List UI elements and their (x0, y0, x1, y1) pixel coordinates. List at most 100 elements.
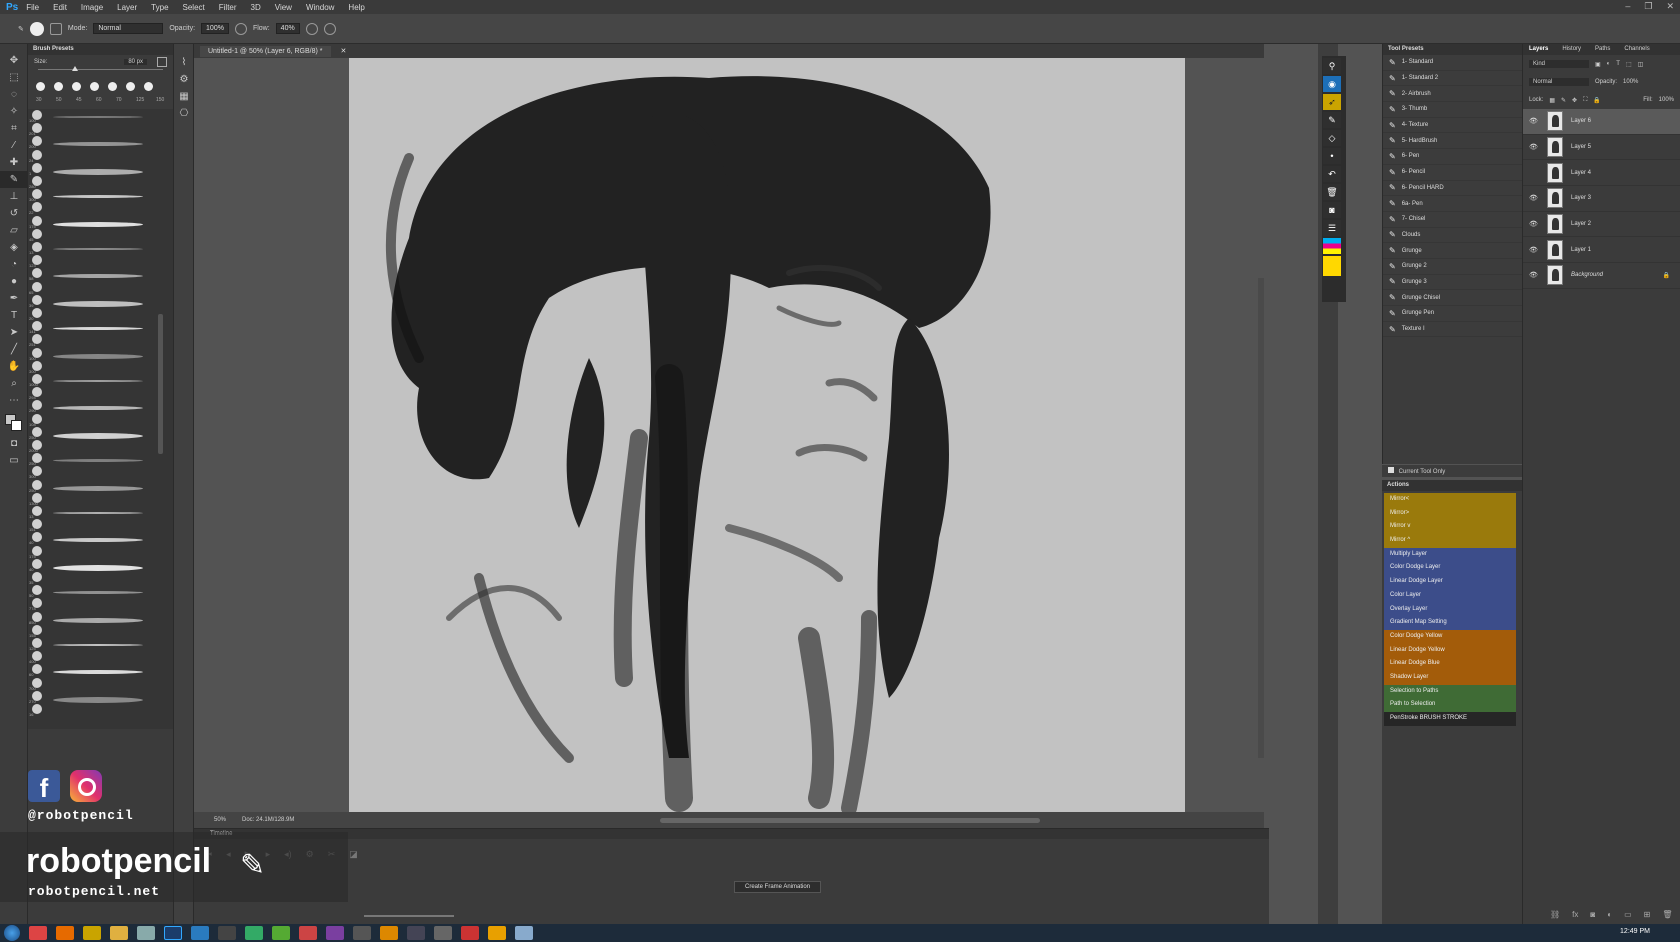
visibility-eye-icon[interactable]: 👁 (1529, 246, 1539, 254)
action-button[interactable]: Overlay Layer (1384, 602, 1516, 617)
action-button[interactable]: Mirror ^ (1384, 534, 1516, 548)
new-preset-icon[interactable] (157, 57, 167, 67)
brush-thumb-icon[interactable] (32, 202, 42, 213)
tool-preset-item[interactable]: ✎ Grunge 3 (1383, 275, 1522, 291)
layer-kind-filter[interactable]: Kind (1529, 60, 1589, 68)
tab-history[interactable]: History (1562, 46, 1581, 53)
tool-preset-item[interactable]: ✎ Grunge 2 (1383, 259, 1522, 275)
tool-preset-item[interactable]: ✎ Grunge Pen (1383, 306, 1522, 322)
brush-stroke-preview[interactable] (48, 109, 148, 127)
brush-stroke-preview[interactable] (48, 373, 148, 391)
menu-image[interactable]: Image (81, 3, 103, 12)
tool-preset-item[interactable]: ✎ 7- Chisel (1383, 212, 1522, 228)
dot-icon[interactable]: • (1323, 148, 1341, 164)
brush-stroke-preview[interactable] (48, 690, 148, 708)
app2-icon[interactable] (245, 926, 263, 940)
move-tool-icon[interactable]: ✥ (0, 52, 28, 69)
layer-row[interactable]: 👁 Layer 5 (1523, 135, 1680, 161)
brush-icon[interactable]: ✎ (1323, 112, 1341, 128)
tool-presets-icon[interactable]: ⚙ (174, 71, 194, 88)
trash-icon[interactable]: 🗑 (1323, 184, 1341, 200)
brush-tool-icon[interactable]: ✎ (18, 25, 24, 33)
marquee-tool-icon[interactable]: ⬚ (0, 69, 28, 86)
menu-file[interactable]: File (26, 3, 39, 12)
brush-stroke-preview[interactable] (48, 162, 148, 180)
photoshop-taskbar-icon[interactable] (164, 926, 182, 940)
restore-icon[interactable]: ❐ (1644, 1, 1652, 12)
app9-icon[interactable] (488, 926, 506, 940)
app7-icon[interactable] (434, 926, 452, 940)
eyedropper-tool-icon[interactable]: ⁄ (0, 137, 28, 154)
clone-stamp-tool-icon[interactable]: ⊥ (0, 188, 28, 205)
clone-source-icon[interactable]: ⎔ (174, 105, 194, 122)
tool-preset-item[interactable]: ✎ Texture I (1383, 322, 1522, 338)
close-tab-icon[interactable]: ✕ (332, 46, 354, 57)
action-button[interactable]: Mirror v (1384, 520, 1516, 535)
size-slider[interactable] (38, 66, 163, 75)
start-button-icon[interactable] (4, 925, 20, 941)
tool-preset-item[interactable]: ✎ 4- Texture (1383, 118, 1522, 134)
magic-wand-tool-icon[interactable]: ✧ (0, 103, 28, 120)
action-button[interactable]: Path to Selection (1384, 698, 1516, 712)
history-brush-tool-icon[interactable]: ↺ (0, 205, 28, 222)
tab-paths[interactable]: Paths (1595, 46, 1610, 53)
brush-stroke-preview[interactable] (48, 479, 148, 497)
zoom-level[interactable]: 50% (214, 817, 226, 823)
brush-scrollbar[interactable] (158, 314, 163, 454)
brush-stroke-preview[interactable] (48, 452, 148, 470)
dodge-tool-icon[interactable]: ● (0, 273, 28, 290)
brush-tip[interactable] (108, 81, 117, 91)
blend-mode-select[interactable]: Normal (1529, 78, 1589, 86)
create-frame-animation-button[interactable]: Create Frame Animation (734, 881, 822, 893)
new-layer-icon[interactable]: ⊞ (1644, 910, 1651, 919)
menu-layer[interactable]: Layer (117, 3, 137, 12)
tool-preset-item[interactable]: ✎ 3- Thumb (1383, 102, 1522, 118)
lasso-tool-icon[interactable]: ◌ (0, 86, 28, 103)
brush-tip[interactable] (144, 81, 153, 91)
select-icon[interactable]: ➶ (1323, 94, 1341, 110)
chrome-icon[interactable] (29, 926, 47, 940)
layer-row[interactable]: 👁 Layer 6 (1523, 109, 1680, 135)
tab-layers[interactable]: Layers (1529, 46, 1548, 53)
brush-thumb-icon[interactable] (32, 242, 42, 252)
canvas[interactable] (349, 58, 1185, 822)
brush-stroke-preview[interactable] (48, 241, 148, 259)
brush-stroke-preview[interactable] (48, 294, 148, 312)
action-button[interactable]: Linear Dodge Layer (1384, 575, 1516, 589)
brush-stroke-preview[interactable] (48, 637, 148, 655)
brush-tip[interactable] (126, 81, 135, 91)
layer-row[interactable]: 👁 Layer 3 (1523, 186, 1680, 212)
brush-stroke-preview[interactable] (48, 426, 148, 444)
mode-select[interactable]: Normal (93, 23, 164, 34)
layer-row[interactable]: 👁 Background 🔒 (1523, 263, 1680, 289)
action-button[interactable]: Gradient Map Setting (1384, 616, 1516, 630)
pen-app-icon[interactable] (218, 926, 236, 940)
size-slider-handle[interactable] (72, 66, 78, 71)
filter-adjust-icon[interactable]: ◐ (1607, 61, 1611, 67)
explorer-icon[interactable] (137, 926, 155, 940)
app3-icon[interactable] (299, 926, 317, 940)
tool-preset-item[interactable]: ✎ Clouds (1383, 228, 1522, 244)
brush-panel-icon[interactable]: ⌇ (174, 54, 194, 71)
tool-preset-item[interactable]: ✎ 6- Pen (1383, 149, 1522, 165)
brush-stroke-preview[interactable] (48, 505, 148, 523)
menu-3d[interactable]: 3D (251, 3, 261, 12)
grid-icon[interactable]: ▦ (174, 88, 194, 105)
more-tools-icon[interactable]: ⋯ (0, 392, 28, 409)
app10-icon[interactable] (515, 926, 533, 940)
visibility-eye-icon[interactable]: 👁 (1529, 143, 1539, 151)
zoom-tool-icon[interactable]: ⌕ (0, 375, 28, 392)
horizontal-scrollbar[interactable] (660, 818, 1040, 823)
eraser-icon[interactable]: ◇ (1323, 130, 1341, 146)
minimize-icon[interactable]: – (1625, 1, 1630, 12)
brush-tip[interactable] (36, 81, 45, 91)
menu-window[interactable]: Window (306, 3, 334, 12)
menu-help[interactable]: Help (348, 3, 364, 12)
brush-tip[interactable] (90, 81, 99, 91)
layer-mask-icon[interactable]: ◙ (1590, 910, 1595, 919)
tool-preset-item[interactable]: ✎ 1- Standard (1383, 55, 1522, 71)
camera-icon[interactable]: ◙ (1323, 202, 1341, 218)
path-selection-tool-icon[interactable]: ➤ (0, 324, 28, 341)
pen-tool-icon[interactable]: ✒ (0, 290, 28, 307)
app4-icon[interactable] (353, 926, 371, 940)
